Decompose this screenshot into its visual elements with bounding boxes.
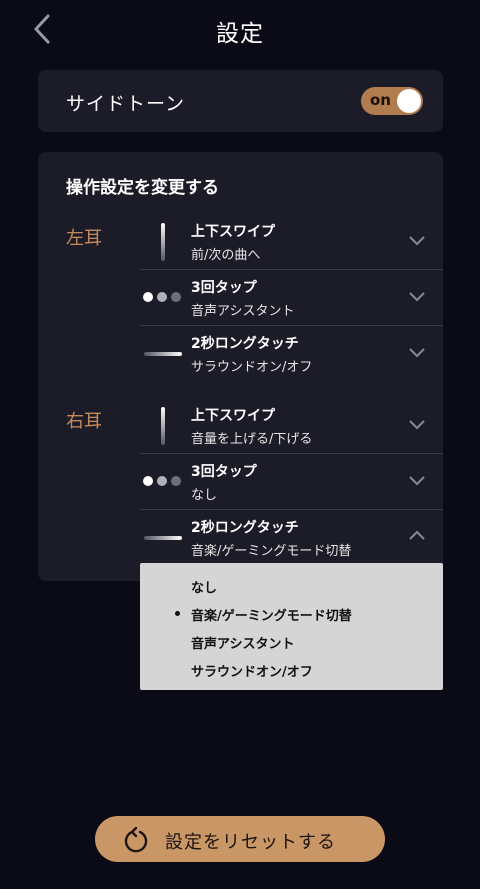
row-gesture-name: 上下スワイプ bbox=[191, 224, 275, 240]
row-gesture-name: 2秒ロングタッチ bbox=[191, 336, 299, 352]
swipe-icon bbox=[161, 407, 165, 445]
chevron-up-icon bbox=[409, 530, 425, 540]
right-ear-label: 右耳 bbox=[66, 411, 102, 432]
triple-tap-icon bbox=[143, 476, 181, 486]
row-gesture-value: 前/次の曲へ bbox=[191, 248, 261, 263]
toggle-knob bbox=[397, 89, 421, 113]
left-long-touch-row[interactable]: 2秒ロングタッチ サラウンドオン/オフ bbox=[140, 326, 443, 381]
row-gesture-value: 音楽/ゲーミングモード切替 bbox=[191, 544, 352, 559]
dropdown-option-selected[interactable]: 音楽/ゲーミングモード切替 bbox=[140, 599, 443, 627]
chevron-down-icon bbox=[409, 476, 425, 486]
dropdown-option[interactable]: 音声アシスタント bbox=[140, 627, 443, 655]
row-gesture-value: 音声アシスタント bbox=[191, 304, 295, 319]
row-gesture-value: サラウンドオン/オフ bbox=[191, 360, 313, 375]
selected-bullet-icon bbox=[175, 611, 180, 616]
chevron-down-icon bbox=[409, 292, 425, 302]
chevron-down-icon bbox=[409, 420, 425, 430]
row-gesture-name: 3回タップ bbox=[191, 464, 257, 480]
swipe-icon bbox=[161, 223, 165, 261]
dropdown-option-label: なし bbox=[191, 581, 218, 596]
left-ear-label: 左耳 bbox=[66, 228, 102, 249]
dropdown-option-label: 音声アシスタント bbox=[191, 637, 295, 652]
right-swipe-row[interactable]: 上下スワイプ 音量を上げる/下げる bbox=[140, 398, 443, 454]
header: 設定 bbox=[0, 0, 480, 60]
triple-tap-icon bbox=[143, 292, 181, 302]
chevron-down-icon bbox=[409, 348, 425, 358]
dropdown-option-label: サラウンドオン/オフ bbox=[191, 665, 313, 680]
row-gesture-value: なし bbox=[191, 488, 218, 503]
chevron-down-icon bbox=[409, 236, 425, 246]
left-swipe-row[interactable]: 上下スワイプ 前/次の曲へ bbox=[140, 214, 443, 270]
dropdown-option[interactable]: なし bbox=[140, 571, 443, 599]
toggle-state-text: on bbox=[370, 91, 391, 109]
dropdown-option-label: 音楽/ゲーミングモード切替 bbox=[191, 609, 352, 624]
row-gesture-name: 上下スワイプ bbox=[191, 408, 275, 424]
reset-settings-button[interactable]: 設定をリセットする bbox=[95, 816, 385, 862]
reset-icon bbox=[124, 827, 148, 853]
sidetone-label: サイドトーン bbox=[66, 93, 186, 115]
row-gesture-name: 2秒ロングタッチ bbox=[191, 520, 299, 536]
left-triple-tap-row[interactable]: 3回タップ 音声アシスタント bbox=[140, 270, 443, 326]
operation-settings-card: 操作設定を変更する 左耳 上下スワイプ 前/次の曲へ 3回タップ 音声アシスタン… bbox=[38, 152, 443, 581]
row-gesture-name: 3回タップ bbox=[191, 280, 257, 296]
long-touch-icon bbox=[144, 352, 182, 356]
dropdown-option[interactable]: サラウンドオン/オフ bbox=[140, 655, 443, 683]
right-triple-tap-row[interactable]: 3回タップ なし bbox=[140, 454, 443, 510]
operation-settings-title: 操作設定を変更する bbox=[66, 178, 219, 198]
right-long-touch-row[interactable]: 2秒ロングタッチ 音楽/ゲーミングモード切替 bbox=[140, 510, 443, 565]
sidetone-card: サイドトーン on bbox=[38, 70, 443, 132]
sidetone-toggle[interactable]: on bbox=[361, 87, 423, 115]
page-title: 設定 bbox=[216, 21, 264, 47]
row-gesture-value: 音量を上げる/下げる bbox=[191, 432, 313, 447]
long-touch-icon bbox=[144, 536, 182, 540]
reset-button-label: 設定をリセットする bbox=[165, 832, 336, 853]
gesture-action-dropdown: なし 音楽/ゲーミングモード切替 音声アシスタント サラウンドオン/オフ bbox=[140, 563, 443, 690]
